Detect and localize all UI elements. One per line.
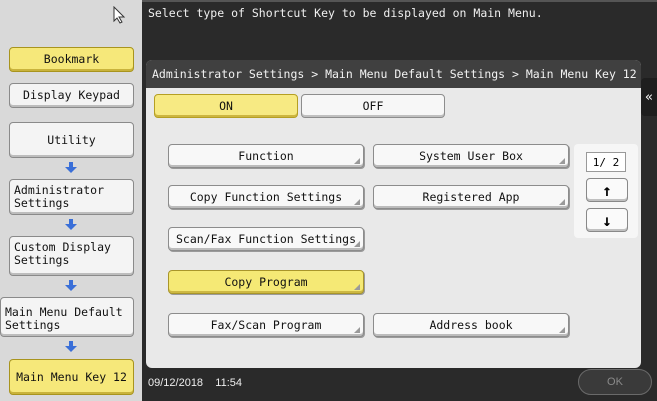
left-panel: Bookmark Display Keypad Utility Administ… — [0, 0, 142, 401]
page-indicator: 1/ 2 — [586, 152, 626, 172]
toggle-off-button[interactable]: OFF — [301, 94, 445, 118]
option-copy-program[interactable]: Copy Program — [168, 270, 364, 294]
pagination: 1/ 2 ↑ ↓ — [574, 144, 638, 238]
option-label: Function — [238, 149, 294, 163]
option-system-user-box[interactable]: System User Box — [373, 144, 569, 168]
option-function[interactable]: Function — [168, 144, 364, 168]
option-label: Fax/Scan Program — [210, 318, 322, 332]
down-arrow-icon — [64, 162, 78, 174]
option-registered-app[interactable]: Registered App — [373, 185, 569, 209]
bookmark-button[interactable]: Bookmark — [9, 47, 134, 72]
page-up-button[interactable]: ↑ — [586, 178, 628, 202]
down-arrow-icon — [64, 341, 78, 353]
datetime: 09/12/2018 11:54 — [148, 377, 242, 389]
instruction-text: Select type of Shortcut Key to be displa… — [148, 6, 543, 20]
page-down-button[interactable]: ↓ — [586, 208, 628, 232]
option-address-book[interactable]: Address book — [373, 313, 569, 337]
option-fax-scan-program[interactable]: Fax/Scan Program — [168, 313, 364, 337]
option-label: Copy Function Settings — [189, 190, 343, 204]
cursor-icon — [113, 6, 126, 24]
sidebar-item-main-menu-key-12[interactable]: Main Menu Key 12 — [9, 359, 134, 395]
sidebar-item-custom-display-settings[interactable]: Custom Display Settings — [9, 236, 134, 276]
double-chevron-left-icon: « — [645, 89, 653, 105]
down-arrow-icon — [64, 280, 78, 292]
display-keypad-button[interactable]: Display Keypad — [9, 83, 134, 108]
option-scan-fax-function-settings[interactable]: Scan/Fax Function Settings — [168, 227, 364, 251]
settings-panel: Administrator Settings > Main Menu Defau… — [146, 60, 641, 368]
option-copy-function-settings[interactable]: Copy Function Settings — [168, 185, 364, 209]
toggle-on-button[interactable]: ON — [154, 94, 298, 118]
down-arrow-icon: ↓ — [602, 210, 612, 230]
top-divider — [142, 0, 657, 2]
option-label: Address book — [429, 318, 513, 332]
up-arrow-icon: ↑ — [602, 180, 612, 200]
message-bar: Select type of Shortcut Key to be displa… — [142, 0, 657, 56]
sidebar-item-administrator-settings[interactable]: Administrator Settings — [9, 179, 134, 215]
option-label: System User Box — [419, 149, 523, 163]
sidebar-item-utility[interactable]: Utility — [9, 122, 134, 158]
breadcrumb: Administrator Settings > Main Menu Defau… — [146, 60, 641, 88]
ok-button[interactable]: OK — [578, 369, 652, 395]
sidebar-item-main-menu-default-settings[interactable]: Main Menu Default Settings — [0, 297, 134, 337]
option-label: Copy Program — [224, 275, 308, 289]
option-label: Scan/Fax Function Settings — [175, 232, 356, 246]
collapse-panel-button[interactable]: « — [641, 78, 657, 116]
down-arrow-icon — [64, 219, 78, 231]
option-label: Registered App — [422, 190, 520, 204]
